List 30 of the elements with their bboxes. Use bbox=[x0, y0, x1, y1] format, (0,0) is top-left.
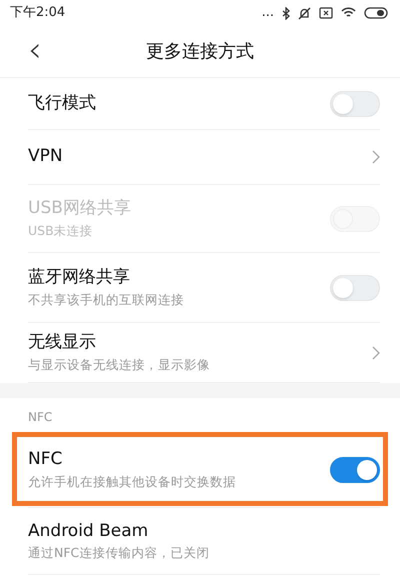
setting-description: USB未连接 bbox=[28, 222, 94, 239]
toggle-switch[interactable] bbox=[330, 456, 380, 482]
wifi-icon bbox=[341, 7, 356, 19]
bluetooth-icon bbox=[282, 6, 290, 20]
page-title: 更多连接方式 bbox=[146, 40, 254, 64]
setting-title: 无线显示 bbox=[28, 332, 97, 354]
muted-bell-icon bbox=[298, 6, 311, 20]
section-heading: NFC bbox=[27, 409, 54, 426]
setting-row[interactable]: VPN bbox=[0, 130, 400, 185]
battery-icon bbox=[364, 7, 388, 19]
setting-row[interactable]: 飞行模式 bbox=[0, 78, 400, 130]
setting-description: 不共享该手机的互联网连接 bbox=[28, 292, 184, 308]
setting-title: 飞行模式 bbox=[28, 92, 96, 114]
setting-row[interactable]: NFC 允许手机在接触其他设备时交换数据 bbox=[0, 432, 400, 508]
sim-off-icon bbox=[319, 7, 333, 19]
setting-title: VPN bbox=[28, 146, 63, 168]
chevron-right-icon bbox=[372, 150, 380, 164]
chevron-right-icon bbox=[372, 346, 380, 360]
status-time: 下午2:04 bbox=[10, 4, 66, 22]
setting-title: USB网络共享 bbox=[28, 198, 131, 220]
more-dots: ... bbox=[262, 4, 274, 22]
setting-title: 蓝牙网络共享 bbox=[28, 267, 131, 288]
setting-row[interactable]: Android Beam 通过NFC连接传输内容，已关闭 bbox=[0, 508, 400, 575]
setting-title: NFC bbox=[28, 449, 64, 470]
setting-row[interactable]: 蓝牙网络共享 不共享该手机的互联网连接 bbox=[0, 253, 400, 323]
setting-description: 通过NFC连接传输内容，已关闭 bbox=[28, 545, 210, 562]
setting-title: Android Beam bbox=[28, 520, 150, 542]
setting-description: 允许手机在接触其他设备时交换数据 bbox=[28, 474, 236, 490]
setting-description: 与显示设备无线连接，显示影像 bbox=[28, 356, 210, 373]
back-button[interactable]: ‹ bbox=[22, 34, 48, 66]
